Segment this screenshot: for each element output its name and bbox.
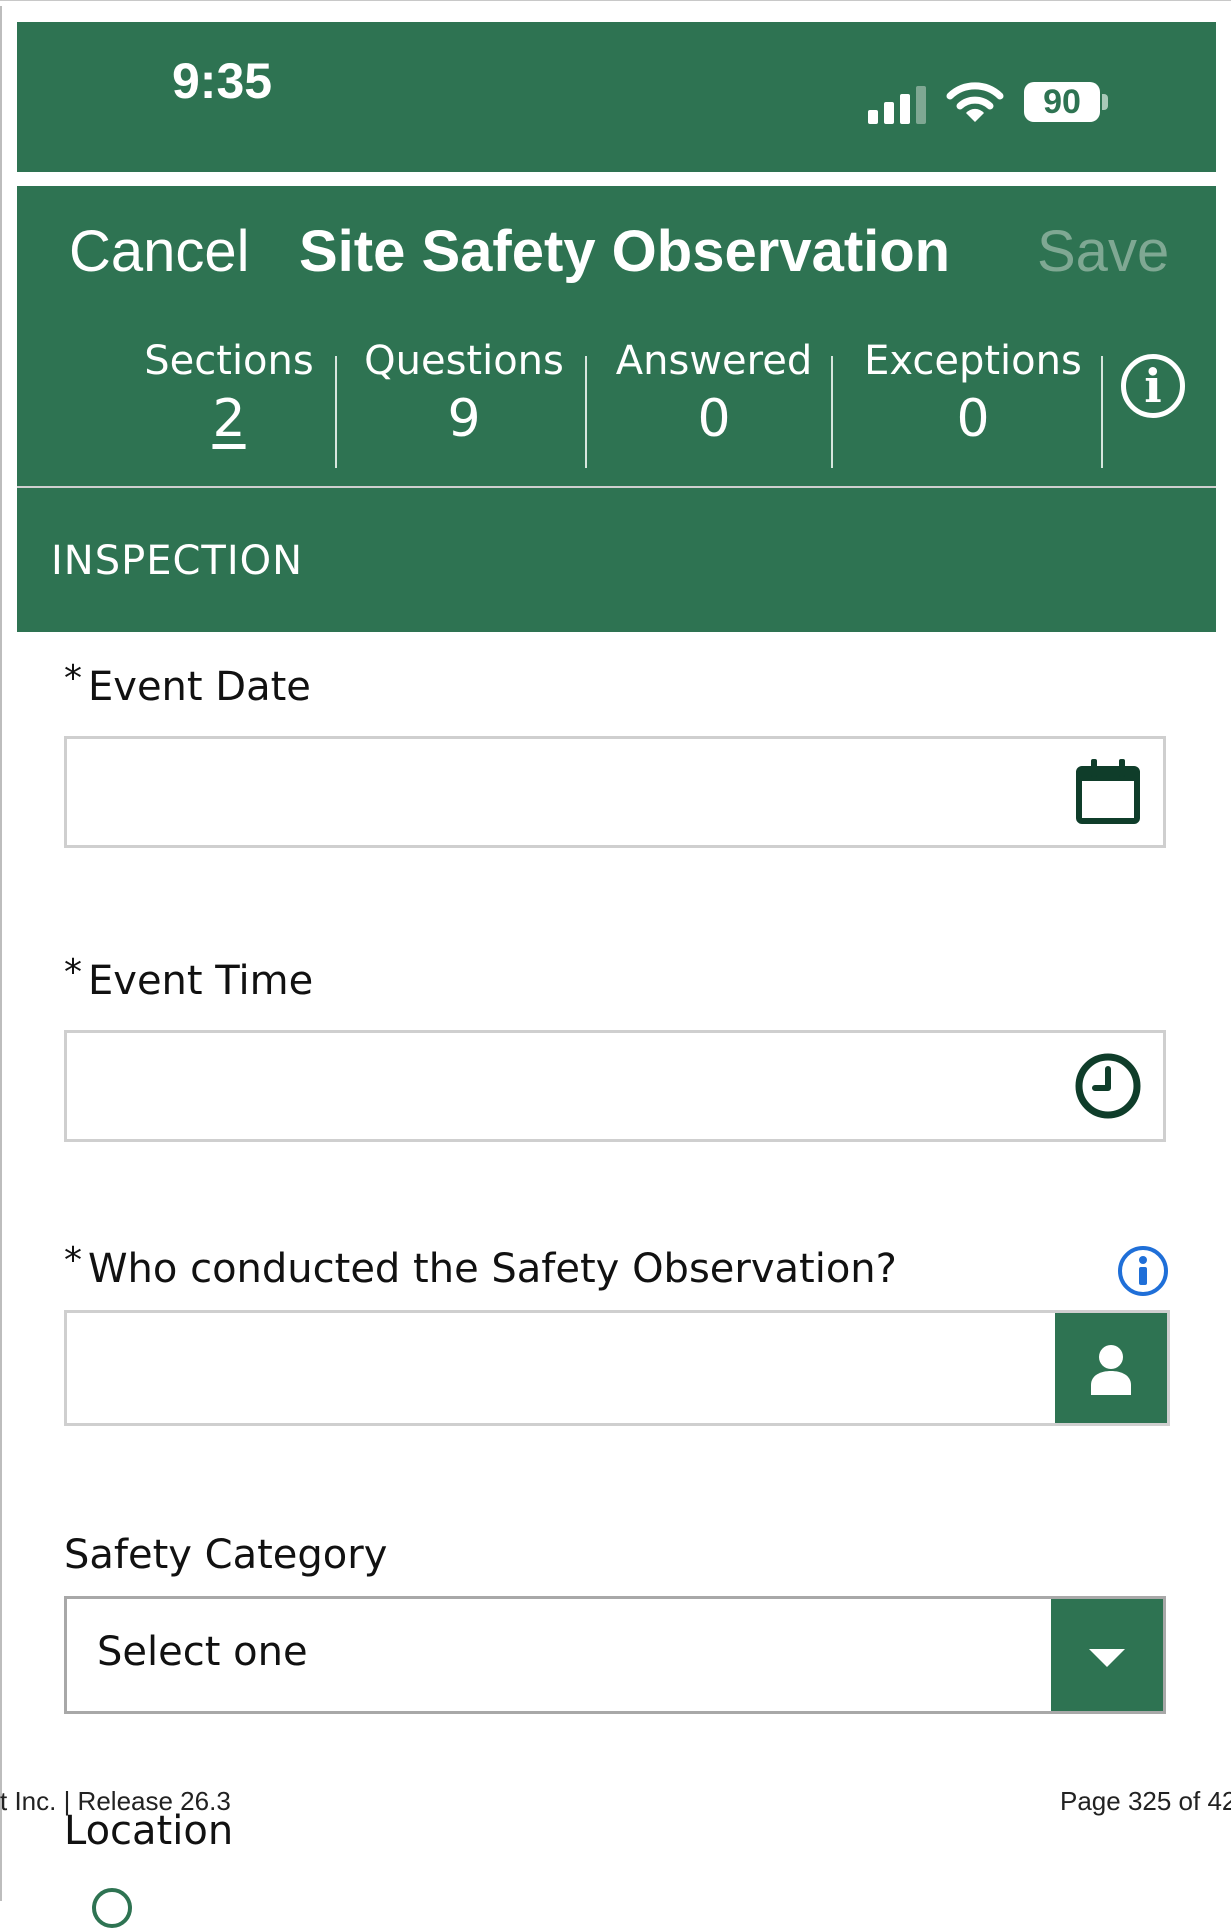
conducted-by-label-text: Who conducted the Safety Observation? (88, 1246, 897, 1292)
stat-label: Questions (364, 338, 564, 384)
event-date-label: * Event Date (64, 658, 311, 710)
status-time: 9:35 (172, 53, 273, 109)
save-button[interactable]: Save (1037, 218, 1169, 285)
dropdown-button[interactable] (1051, 1599, 1163, 1711)
info-icon[interactable] (1116, 1244, 1170, 1298)
event-time-field[interactable] (64, 1030, 1166, 1142)
stat-separator (831, 356, 833, 468)
safety-category-select[interactable]: Select one (64, 1596, 1166, 1714)
conducted-by-label: * Who conducted the Safety Observation? (64, 1240, 897, 1292)
stat-label: Exceptions (864, 338, 1082, 384)
stat-separator (1101, 356, 1103, 468)
person-icon (1091, 1345, 1131, 1395)
page-top-border (0, 0, 1231, 7)
required-mark: * (64, 1240, 82, 1281)
status-divider (17, 172, 1216, 186)
event-date-label-text: Event Date (88, 664, 311, 710)
stat-label: Sections (144, 338, 314, 384)
document-footer-page: Page 325 of 42 (1060, 1786, 1231, 1816)
cellular-signal-icon (868, 84, 930, 124)
cancel-button[interactable]: Cancel (69, 218, 250, 285)
page-title: Site Safety Observation (299, 219, 951, 284)
caret-down-icon (1089, 1649, 1125, 1667)
required-mark: * (64, 658, 82, 699)
person-picker-button[interactable] (1055, 1313, 1167, 1423)
clock-icon[interactable] (1073, 1051, 1143, 1121)
event-time-label: * Event Time (64, 952, 314, 1004)
safety-category-selected: Select one (97, 1629, 308, 1675)
battery-level: 90 (1043, 83, 1081, 121)
battery-icon: 90 (1024, 82, 1100, 122)
stat-value: 0 (956, 389, 990, 449)
stat-exceptions: Exceptions 0 (847, 336, 1099, 454)
section-title: INSPECTION (51, 538, 304, 584)
section-header[interactable]: INSPECTION (17, 488, 1216, 632)
battery-nub (1102, 94, 1108, 110)
page-left-border (0, 6, 2, 1901)
safety-category-label: Safety Category (64, 1532, 388, 1578)
conducted-by-field[interactable] (64, 1310, 1170, 1426)
location-radio-icon[interactable] (92, 1888, 132, 1928)
required-mark: * (64, 952, 82, 993)
document-footer-left: t Inc. | Release 26.3 (0, 1786, 231, 1816)
stat-separator (335, 356, 337, 468)
stat-value: 9 (447, 389, 481, 449)
info-icon[interactable]: i (1121, 354, 1185, 418)
stat-value: 0 (697, 389, 731, 449)
stat-label: Answered (615, 338, 813, 384)
form-header: Cancel Site Safety Observation Save Sect… (17, 186, 1216, 486)
event-date-field[interactable] (64, 736, 1166, 848)
stat-answered: Answered 0 (601, 336, 827, 454)
wifi-icon (946, 82, 1004, 122)
stat-value[interactable]: 2 (129, 386, 329, 452)
stat-separator (585, 356, 587, 468)
calendar-icon[interactable] (1073, 757, 1143, 827)
event-time-label-text: Event Time (88, 958, 314, 1004)
form-stats: Sections 2 Questions 9 Answered 0 Except… (17, 336, 1216, 468)
stat-sections[interactable]: Sections 2 (129, 336, 329, 454)
stat-questions: Questions 9 (351, 336, 577, 454)
